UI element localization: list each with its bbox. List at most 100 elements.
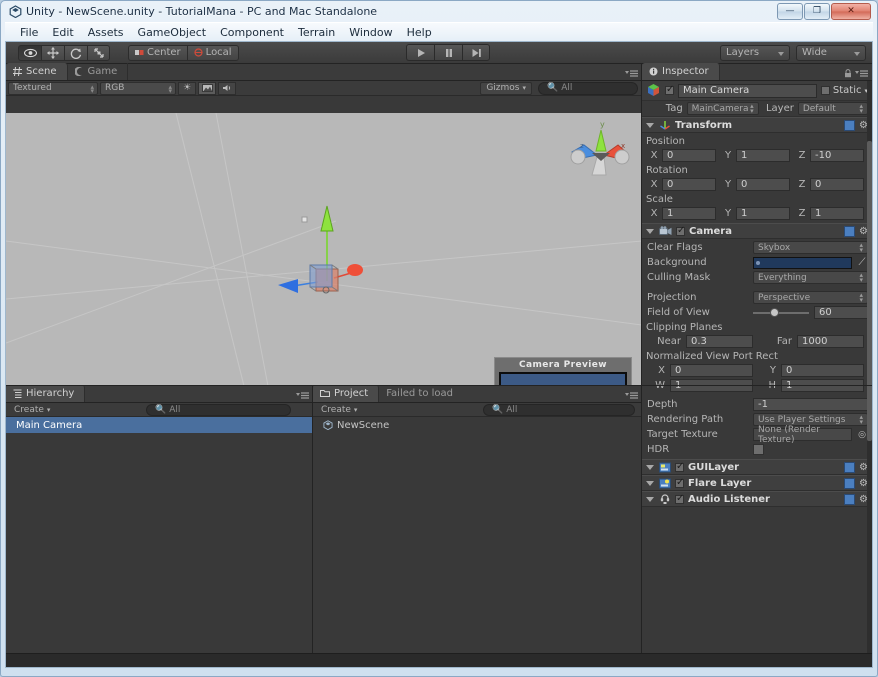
menu-item-window[interactable]: Window xyxy=(342,25,399,40)
transform-component-header[interactable]: Transform ⚙ xyxy=(642,117,872,133)
background-color-field[interactable] xyxy=(753,256,852,269)
chevron-down-icon[interactable] xyxy=(646,496,654,502)
project-tree[interactable]: NewScene xyxy=(313,417,642,653)
layer-dropdown[interactable]: Default ▴ ▾ xyxy=(797,102,869,115)
pause-button[interactable] xyxy=(434,44,462,61)
project-search-input[interactable]: 🔍 All xyxy=(483,403,635,416)
hierarchy-create-button[interactable]: Create ▾ xyxy=(9,404,55,416)
guilayer-enabled-checkbox[interactable] xyxy=(675,461,684,472)
scene-orientation-gizmo[interactable]: y z x xyxy=(564,117,634,179)
render-mode-dropdown[interactable]: RGB ▴ ▾ xyxy=(100,81,176,95)
scale-tool-button[interactable] xyxy=(87,44,110,61)
help-book-icon[interactable] xyxy=(844,225,856,237)
scene-viewport[interactable]: y z x Camera Preview xyxy=(6,113,642,386)
fov-slider-track[interactable] xyxy=(753,307,809,317)
flarelayer-enabled-checkbox[interactable] xyxy=(675,477,684,488)
scene-search-input[interactable]: 🔍 All xyxy=(538,81,638,95)
static-toggle[interactable]: Static ▾ xyxy=(820,85,868,96)
help-book-icon[interactable] xyxy=(844,119,856,131)
tab-project[interactable]: Project xyxy=(313,385,380,402)
rotation-z-input[interactable]: 0 xyxy=(810,178,864,191)
tab-hierarchy[interactable]: Hierarchy xyxy=(6,385,86,402)
position-x-input[interactable]: 0 xyxy=(662,149,716,162)
tag-dropdown[interactable]: MainCamera ▴ ▾ xyxy=(686,102,759,115)
project-item-newscene[interactable]: NewScene xyxy=(313,417,642,433)
menu-item-file[interactable]: File xyxy=(13,25,45,40)
menu-item-terrain[interactable]: Terrain xyxy=(291,25,342,40)
hierarchy-item-main-camera[interactable]: Main Camera xyxy=(6,417,313,433)
inspector-scrollbar[interactable] xyxy=(867,81,872,653)
clear-flags-dropdown[interactable]: Skybox ▴ ▾ xyxy=(753,241,868,254)
tab-inspector[interactable]: Inspector xyxy=(642,63,720,80)
fov-slider-knob[interactable] xyxy=(769,307,779,317)
close-button[interactable]: ✕ xyxy=(831,3,871,20)
minimize-button[interactable]: — xyxy=(777,3,803,20)
gameobject-enabled-checkbox[interactable] xyxy=(665,84,674,95)
tab-game[interactable]: Game xyxy=(68,63,129,80)
rotation-y-input[interactable]: 0 xyxy=(736,178,790,191)
help-book-icon[interactable] xyxy=(844,493,856,505)
menu-item-component[interactable]: Component xyxy=(213,25,291,40)
hierarchy-panel-menu-icon[interactable] xyxy=(296,390,309,399)
chevron-down-icon[interactable] xyxy=(646,480,654,486)
play-button[interactable] xyxy=(406,44,434,61)
lighting-toggle-button[interactable]: ☀ xyxy=(178,81,196,95)
tab-failed-to-load[interactable]: Failed to load xyxy=(379,385,463,402)
viewport-x-input[interactable]: 0 xyxy=(670,364,753,377)
inspector-lock-icon[interactable] xyxy=(844,68,852,81)
target-texture-field[interactable]: None (Render Texture) xyxy=(753,425,852,445)
pivot-rotation-button[interactable]: Local xyxy=(186,44,239,61)
scale-y-input[interactable]: 1 xyxy=(736,207,790,220)
rotation-x-input[interactable]: 0 xyxy=(662,178,716,191)
project-create-button[interactable]: Create ▾ xyxy=(316,404,362,416)
step-button[interactable] xyxy=(462,44,490,61)
project-panel-menu-icon[interactable] xyxy=(625,390,638,399)
fx-toggle-button[interactable] xyxy=(198,81,216,95)
menu-item-help[interactable]: Help xyxy=(400,25,439,40)
inspector-scroll-area[interactable]: Main Camera Static ▾ Tag MainCamera xyxy=(642,81,872,653)
hierarchy-search-input[interactable]: 🔍 All xyxy=(146,403,291,416)
pivot-mode-button[interactable]: Center xyxy=(128,44,187,61)
maximize-button[interactable]: ❐ xyxy=(804,3,830,20)
hand-tool-button[interactable] xyxy=(18,44,41,61)
chevron-down-icon[interactable] xyxy=(646,464,654,470)
culling-mask-dropdown[interactable]: Everything ▴ ▾ xyxy=(753,271,868,284)
static-checkbox[interactable] xyxy=(820,86,830,95)
viewport-y-input[interactable]: 0 xyxy=(781,364,864,377)
audiolistener-enabled-checkbox[interactable] xyxy=(675,493,684,504)
help-book-icon[interactable] xyxy=(844,477,856,489)
menu-item-gameobject[interactable]: GameObject xyxy=(131,25,214,40)
menu-item-edit[interactable]: Edit xyxy=(45,25,80,40)
help-book-icon[interactable] xyxy=(844,461,856,473)
guilayer-component-header[interactable]: GUILayer ⚙ xyxy=(642,459,872,475)
menu-item-assets[interactable]: Assets xyxy=(81,25,131,40)
scale-x-input[interactable]: 1 xyxy=(662,207,716,220)
hdr-checkbox[interactable] xyxy=(753,444,764,455)
layers-dropdown[interactable]: Layers xyxy=(720,44,790,61)
vertical-splitter-inspector[interactable] xyxy=(641,64,642,653)
near-input[interactable]: 0.3 xyxy=(686,335,753,348)
fov-slider[interactable]: 60 xyxy=(753,306,868,319)
position-y-input[interactable]: 1 xyxy=(736,149,790,162)
depth-input[interactable]: -1 xyxy=(753,398,868,411)
tab-scene[interactable]: Scene xyxy=(6,63,68,80)
horizontal-splitter[interactable] xyxy=(6,385,872,386)
vertical-splitter-hierarchy-project[interactable] xyxy=(312,386,313,653)
flarelayer-component-header[interactable]: Flare Layer ⚙ xyxy=(642,475,872,491)
projection-dropdown[interactable]: Perspective ▴ ▾ xyxy=(753,291,868,304)
camera-enabled-checkbox[interactable] xyxy=(676,225,685,236)
move-tool-button[interactable] xyxy=(41,44,64,61)
scale-z-input[interactable]: 1 xyxy=(810,207,864,220)
scene-panel-menu-icon[interactable] xyxy=(625,68,638,77)
rotate-tool-button[interactable] xyxy=(64,44,87,61)
audio-toggle-button[interactable] xyxy=(218,81,236,95)
draw-mode-dropdown[interactable]: Textured ▴ ▾ xyxy=(8,81,98,95)
position-z-input[interactable]: -10 xyxy=(810,149,864,162)
inspector-panel-menu-icon[interactable] xyxy=(855,68,868,77)
inspector-scrollbar-thumb[interactable] xyxy=(867,141,872,441)
chevron-down-icon[interactable] xyxy=(646,228,654,234)
gameobject-name-input[interactable]: Main Camera xyxy=(678,83,817,98)
fov-input[interactable]: 60 xyxy=(814,306,868,319)
layout-dropdown[interactable]: Wide xyxy=(796,44,866,61)
hierarchy-tree[interactable]: Main Camera xyxy=(6,417,313,653)
